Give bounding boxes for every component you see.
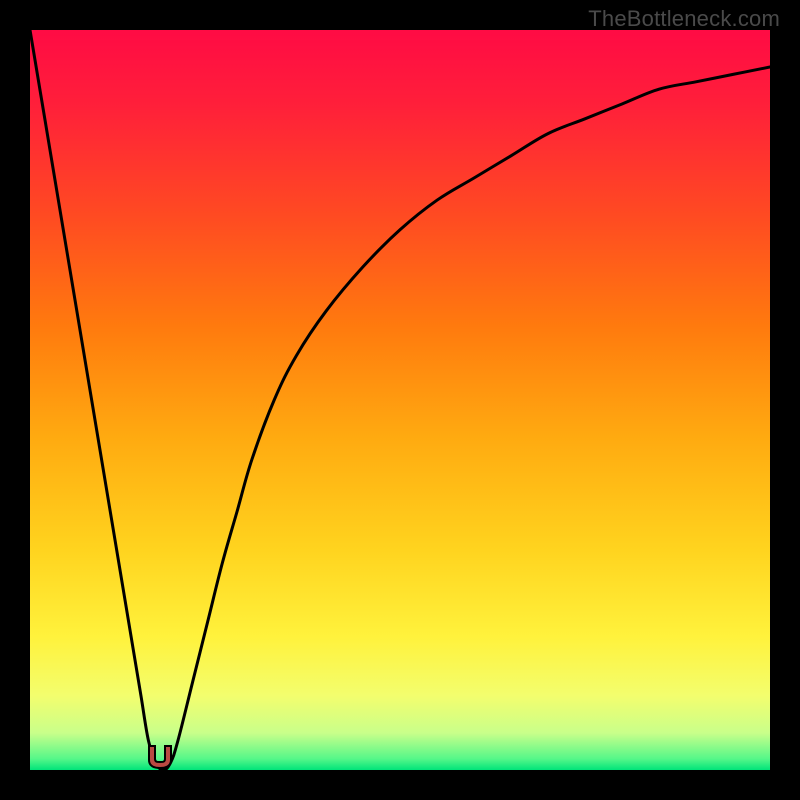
- bottleneck-curve: [30, 30, 770, 770]
- chart-frame: TheBottleneck.com: [0, 0, 800, 800]
- watermark-text: TheBottleneck.com: [588, 6, 780, 32]
- plot-area: [30, 30, 770, 770]
